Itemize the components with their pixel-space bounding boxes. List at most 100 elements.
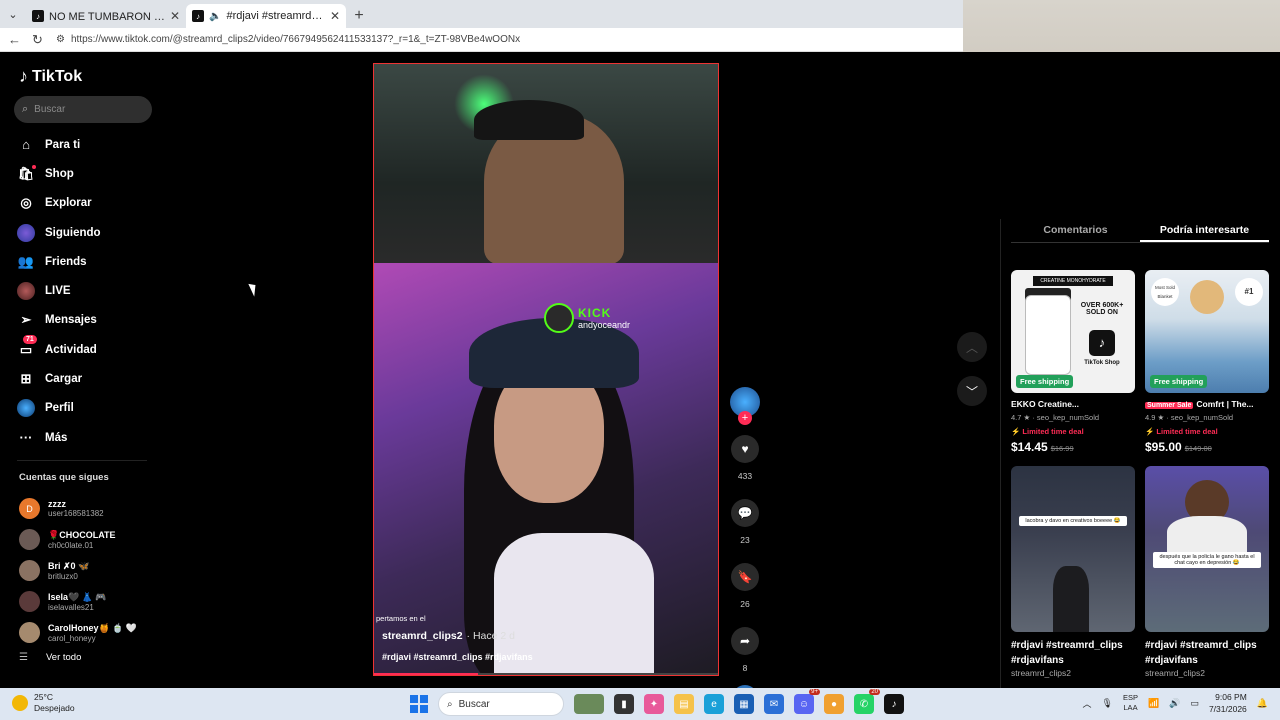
- mouse-cursor-icon: [248, 281, 260, 297]
- comment-count: 23: [740, 535, 750, 545]
- video-player[interactable]: KICK andyoceandr pertamos en el streamrd…: [373, 63, 719, 676]
- edge-browser-icon[interactable]: e: [704, 694, 724, 714]
- heart-icon: ♥: [741, 442, 749, 456]
- main-nav: ⌂ Para ti 🛍 Shop ◎ Explorar Siguiendo 👥 …: [17, 130, 101, 452]
- battery-icon[interactable]: ▭: [1190, 698, 1199, 709]
- following-account[interactable]: CarolHoney🍯 🍵 🤍 carol_honeyy: [19, 617, 137, 648]
- reload-icon[interactable]: ↻: [32, 32, 46, 48]
- nav-item-shop[interactable]: 🛍 Shop: [17, 159, 101, 188]
- language-indicator[interactable]: ESP LAA: [1123, 693, 1138, 713]
- new-tab-button[interactable]: +: [346, 4, 372, 28]
- streamer-cap: [474, 100, 584, 140]
- nav-label: LIVE: [45, 285, 71, 298]
- kick-logo: KICK: [578, 306, 612, 320]
- nav-item-mas[interactable]: ··· Más: [17, 423, 101, 452]
- share-button[interactable]: ➦: [731, 627, 759, 655]
- video-progress-bar[interactable]: [374, 673, 718, 675]
- chevron-up-icon[interactable]: ︿: [1083, 697, 1092, 710]
- video-card[interactable]: después que la policía le gano hasta el …: [1145, 466, 1269, 678]
- temperature: 25°C: [34, 692, 53, 702]
- nav-item-mensajes[interactable]: ➢ Mensajes: [17, 306, 101, 335]
- close-tab-icon[interactable]: ✕: [170, 9, 180, 23]
- browser-tab-2-active[interactable]: ♪ 🔈 #rdjavi #streamrd_clips #rdjavifans.…: [186, 4, 346, 28]
- clock[interactable]: 9:06 PM 7/31/2026: [1209, 691, 1247, 715]
- next-video-button[interactable]: ﹀: [957, 376, 987, 406]
- search-icon: ⌕: [22, 103, 29, 115]
- rank-badge: #1: [1235, 278, 1263, 306]
- following-account[interactable]: Bri ✗0 🦋 britluzx0: [19, 555, 137, 586]
- price-value: $95.00: [1145, 440, 1182, 454]
- search-box[interactable]: ⌕: [14, 96, 152, 123]
- following-account[interactable]: D zzzz user168581382: [19, 493, 137, 524]
- list-icon: ☰: [19, 652, 28, 663]
- search-input[interactable]: [34, 104, 135, 115]
- outlook-icon[interactable]: ✉: [764, 694, 784, 714]
- copilot-icon[interactable]: ✦: [644, 694, 664, 714]
- save-button[interactable]: 🔖: [731, 563, 759, 591]
- deal-label: ⚡ Limited time deal: [1145, 427, 1218, 436]
- volume-icon[interactable]: 🔊: [1169, 698, 1180, 709]
- following-account[interactable]: 🌹CHOCOLATE ch0c0late.01: [19, 524, 137, 555]
- store-icon[interactable]: ▦: [734, 694, 754, 714]
- nav-item-perfil[interactable]: Perfil: [17, 394, 101, 423]
- widgets-icon[interactable]: [574, 694, 604, 714]
- nav-item-cargar[interactable]: ⊞ Cargar: [17, 364, 101, 393]
- tab-podria-interesarte[interactable]: Podría interesarte: [1140, 219, 1269, 242]
- product-title: Summer Sale Comfrt | The...: [1145, 399, 1269, 409]
- microphone-icon[interactable]: 🎙: [1102, 698, 1113, 709]
- price-value: $14.45: [1011, 440, 1048, 454]
- speaker-icon[interactable]: 🔈: [209, 11, 221, 22]
- wifi-icon[interactable]: 📶: [1148, 698, 1159, 709]
- whatsapp-icon[interactable]: ✆ 20: [854, 689, 880, 714]
- product-card[interactable]: Most Sold Blanket #1 Free shipping Summe…: [1145, 270, 1269, 454]
- discord-icon[interactable]: ☺ 9+: [794, 689, 820, 714]
- task-view-icon[interactable]: ▮: [614, 694, 634, 714]
- video-hashtags[interactable]: #rdjavi #streamrd_clips #rdjavifans: [382, 652, 533, 662]
- chrome-icon[interactable]: ●: [824, 694, 844, 714]
- nav-item-friends[interactable]: 👥 Friends: [17, 247, 101, 276]
- like-button[interactable]: ♥: [731, 435, 759, 463]
- weather-widget[interactable]: 25°C Despejado: [12, 692, 75, 714]
- tab-search-dropdown[interactable]: ⌄: [0, 0, 26, 28]
- nav-label: Perfil: [45, 402, 74, 415]
- activity-badge: 71: [23, 334, 37, 344]
- nav-label: Explorar: [45, 197, 92, 210]
- file-explorer-icon[interactable]: ▤: [674, 694, 694, 714]
- close-tab-icon[interactable]: ✕: [330, 9, 340, 23]
- tiktok-app-icon[interactable]: ♪: [884, 694, 904, 714]
- account-username: user168581382: [48, 509, 104, 518]
- tiktok-logo[interactable]: ♪ TikTok: [19, 66, 82, 87]
- video-card[interactable]: lacobra y davo en creativos boeeee 😂 #rd…: [1011, 466, 1135, 678]
- tab-comentarios[interactable]: Comentarios: [1011, 219, 1140, 242]
- old-price: $149.00: [1184, 444, 1212, 453]
- nav-label: Más: [45, 431, 68, 444]
- windows-start-icon[interactable]: [410, 695, 428, 713]
- back-arrow-icon[interactable]: ←: [8, 32, 22, 47]
- nav-item-explorar[interactable]: ◎ Explorar: [17, 189, 101, 218]
- following-avatar: [17, 223, 35, 242]
- site-info-icon[interactable]: ⚙: [56, 34, 65, 45]
- url-field[interactable]: ⚙ https://www.tiktok.com/@streamrd_clips…: [56, 30, 963, 50]
- account-username: britluzx0: [48, 571, 78, 581]
- nav-item-live[interactable]: LIVE: [17, 276, 101, 305]
- browser-tab-1[interactable]: ♪ NO ME TUMBARON 🔮 #freefire #juanblue..…: [26, 4, 186, 28]
- sidebar-divider: [17, 460, 147, 461]
- follow-plus-icon[interactable]: +: [738, 411, 752, 425]
- nav-item-para-ti[interactable]: ⌂ Para ti: [17, 130, 101, 159]
- video-author[interactable]: streamrd_clips2 · Hace 2 d: [382, 630, 515, 642]
- notification-bell-icon[interactable]: 🔔: [1257, 698, 1268, 709]
- previous-video-button[interactable]: ︿: [957, 332, 987, 362]
- creator-avatar[interactable]: +: [730, 387, 760, 425]
- comment-button[interactable]: 💬: [731, 499, 759, 527]
- following-account[interactable]: Isela🖤 👗 🎮 iselavalles21: [19, 586, 137, 617]
- lang-layout: LAA: [1123, 703, 1138, 712]
- see-all-link[interactable]: ☰ Ver todo: [19, 652, 81, 663]
- notification-badge: 9+: [809, 689, 820, 695]
- system-tray: ︿ 🎙 ESP LAA 📶 🔊 ▭ 9:06 PM 7/31/2026 🔔: [1083, 691, 1268, 715]
- nav-item-siguiendo[interactable]: Siguiendo: [17, 218, 101, 247]
- thumbnail-caption: lacobra y davo en creativos boeeee 😂: [1019, 516, 1127, 526]
- product-card[interactable]: CREATINE MONOHYDRATE OVER 600K+ SOLD ON …: [1011, 270, 1135, 454]
- product-title: EKKO Creatine...: [1011, 399, 1080, 409]
- nav-item-actividad[interactable]: ▭ 71 Actividad: [17, 334, 101, 364]
- taskbar-search[interactable]: ⌕ Buscar: [438, 692, 564, 716]
